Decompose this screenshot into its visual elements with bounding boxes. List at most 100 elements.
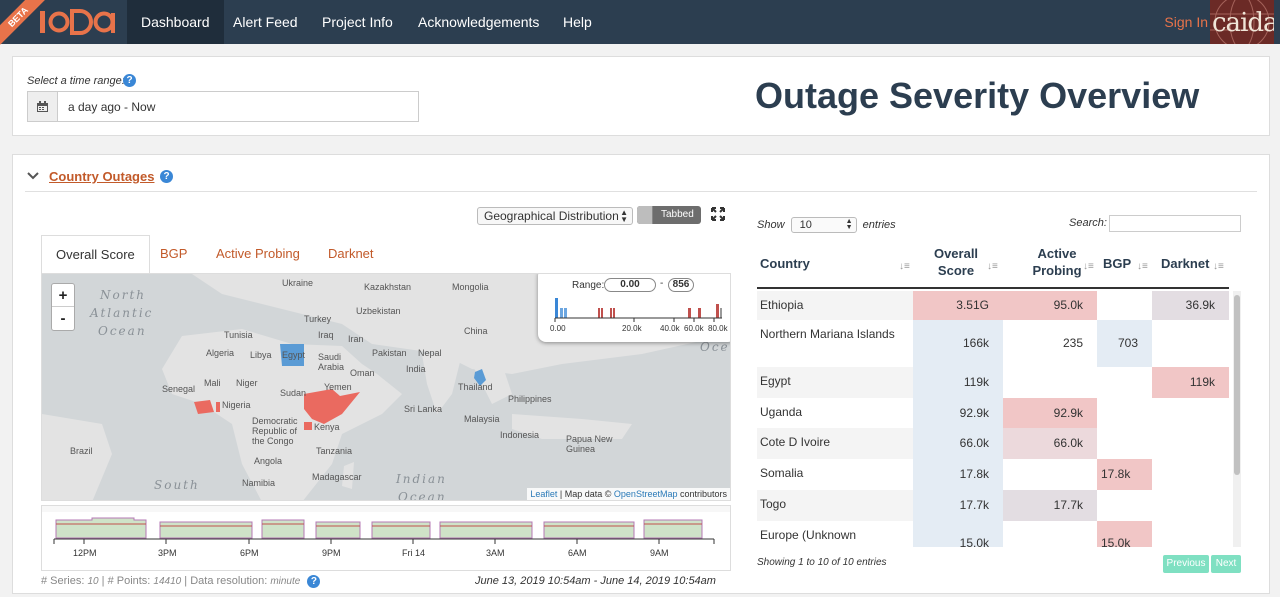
map-label: Malaysia (464, 414, 500, 424)
table-row[interactable]: Somalia 17.8k 17.8k (757, 459, 1229, 490)
toggle-label: Tabbed (661, 209, 694, 220)
caida-logo[interactable]: caida (1210, 0, 1274, 44)
zoom-in-button[interactable]: + (52, 284, 74, 307)
nav-acknowledgements[interactable]: Acknowledgements (404, 0, 553, 44)
map-label: Oce (700, 340, 730, 354)
cell-bgp: 17.8k (1097, 459, 1152, 490)
map-label: Madagascar (312, 472, 362, 482)
table-row[interactable]: Ethiopia 3.51G 95.0k 36.9k (757, 291, 1229, 320)
map-label: Kazakhstan (364, 282, 412, 292)
country-outages-panel: Country Outages ? Geographical Distribut… (12, 154, 1270, 594)
next-button[interactable]: Next (1211, 555, 1241, 573)
calendar-icon[interactable] (28, 92, 58, 121)
time-range-panel: Select a time range: ? a day ago - Now O… (12, 56, 1270, 136)
table-scrollbar[interactable] (1233, 291, 1241, 547)
time-range-input[interactable]: a day ago - Now (27, 91, 419, 122)
map-attribution: Leaflet | Map data © OpenStreetMap contr… (527, 488, 730, 500)
cell-darknet (1152, 521, 1229, 547)
sort-icon[interactable]: ↓≡ (987, 261, 998, 272)
timeline-tick: Fri 14 (402, 548, 426, 558)
tab-active-probing[interactable]: Active Probing (202, 235, 314, 273)
sort-icon[interactable]: ↓≡ (1213, 261, 1224, 272)
entries-select[interactable]: 10 ▲ ▼ (790, 217, 857, 233)
sort-icon[interactable]: ↓≡ (1083, 261, 1094, 272)
chevron-down-icon[interactable] (27, 171, 39, 181)
nav-project-info[interactable]: Project Info (308, 0, 407, 44)
timeline-date-range: June 13, 2019 10:54am - June 14, 2019 10… (475, 575, 716, 587)
search-input[interactable] (1109, 215, 1241, 232)
table-row[interactable]: Uganda 92.9k 92.9k (757, 398, 1229, 428)
help-icon[interactable]: ? (160, 170, 173, 183)
table-row[interactable]: Cote D Ivoire 66.0k 66.0k (757, 428, 1229, 459)
series-value: 10 (87, 576, 99, 587)
zoom-out-button[interactable]: - (52, 307, 74, 330)
previous-button[interactable]: Previous (1163, 555, 1209, 573)
tab-darknet[interactable]: Darknet (314, 235, 388, 273)
toggle-knob (637, 206, 653, 224)
map-label: Philippines (508, 394, 552, 404)
map-label: Egypt (282, 350, 306, 360)
cell-overall: 66.0k (913, 428, 1003, 459)
ioda-logo[interactable] (38, 8, 118, 36)
tab-bgp[interactable]: BGP (146, 235, 201, 273)
attribution-text: | Map data © (557, 489, 614, 499)
col-header-country[interactable]: Country (760, 255, 810, 272)
map-label: Democratic Republic of the Congo (252, 416, 298, 446)
leaflet-link[interactable]: Leaflet (530, 489, 557, 499)
map-label: India (406, 364, 426, 374)
map-label: Iran (348, 334, 364, 344)
sort-icon[interactable]: ↓≡ (899, 261, 910, 272)
divider (25, 191, 1257, 192)
view-select[interactable]: Geographical Distribution ▲ ▼ (477, 207, 633, 225)
table-row[interactable]: Egypt 119k 119k (757, 367, 1229, 398)
osm-link[interactable]: OpenStreetMap (614, 489, 678, 499)
table-row[interactable]: Togo 17.7k 17.7k (757, 490, 1229, 521)
points-label: | # Points: (98, 575, 154, 587)
table-row[interactable]: Europe (Unknown 15.0k 15.0k (757, 521, 1229, 547)
help-icon[interactable]: ? (123, 74, 136, 87)
tabbed-toggle[interactable]: Tabbed (637, 206, 701, 224)
view-select-value: Geographical Distribution (484, 209, 619, 223)
nav-dashboard[interactable]: Dashboard (127, 0, 224, 44)
cell-probing: 17.7k (1003, 490, 1097, 521)
scrollbar-thumb[interactable] (1234, 295, 1240, 475)
cell-darknet (1152, 459, 1229, 490)
map-label: Nigeria (222, 400, 251, 410)
map-label: Senegal (162, 384, 196, 394)
country-outages-title[interactable]: Country Outages (49, 169, 154, 184)
select-arrows-icon: ▲ ▼ (845, 218, 853, 231)
caida-wordmark: caida (1212, 8, 1274, 38)
map-label: Indian (396, 472, 447, 486)
cell-country: Togo (760, 497, 787, 511)
timeline-sparkline (42, 506, 730, 544)
map-label: Angola (254, 456, 283, 466)
timeline-stats: # Series: 10 | # Points: 14410 | Data re… (41, 575, 321, 588)
map-label: Sudan (280, 388, 307, 398)
help-icon[interactable]: ? (307, 575, 321, 588)
col-header-active-probing[interactable]: Active Probing (1025, 245, 1089, 279)
col-header-darknet[interactable]: Darknet (1161, 255, 1209, 272)
timeline-tick: 6AM (568, 548, 587, 558)
sort-icon[interactable]: ↓≡ (1137, 261, 1148, 272)
cell-overall: 15.0k (913, 521, 1003, 547)
nav-help[interactable]: Help (549, 0, 606, 44)
tab-overall-score[interactable]: Overall Score (41, 235, 150, 273)
cell-probing (1003, 459, 1097, 490)
map-zoom-control: + - (51, 283, 75, 331)
col-header-bgp[interactable]: BGP (1103, 255, 1131, 272)
cell-darknet (1152, 428, 1229, 459)
col-header-overall-score[interactable]: Overall Score (929, 245, 983, 279)
range-legend: Range: 0.00 - 856 0.00 20.0k 40.0k 60.0k… (538, 274, 730, 342)
cell-country: Northern Mariana Islands (760, 327, 895, 341)
timeline-chart[interactable]: 12PM 3PM 6PM 9PM Fri 14 3AM 6AM 9AM (41, 505, 731, 571)
sign-in-link[interactable]: Sign In (1164, 0, 1208, 44)
nav-alert-feed[interactable]: Alert Feed (219, 0, 312, 44)
timeline-tick: 3AM (486, 548, 505, 558)
table-row[interactable]: Northern Mariana Islands 166k 235 703 (757, 320, 1229, 367)
map-label: Mali (204, 378, 221, 388)
cell-bgp: 15.0k (1097, 521, 1152, 547)
cell-probing (1003, 521, 1097, 547)
cell-bgp (1097, 367, 1152, 398)
fullscreen-icon[interactable] (711, 207, 725, 221)
outage-map[interactable]: + - North Atlantic Ocean South Indian Oc… (41, 273, 731, 501)
